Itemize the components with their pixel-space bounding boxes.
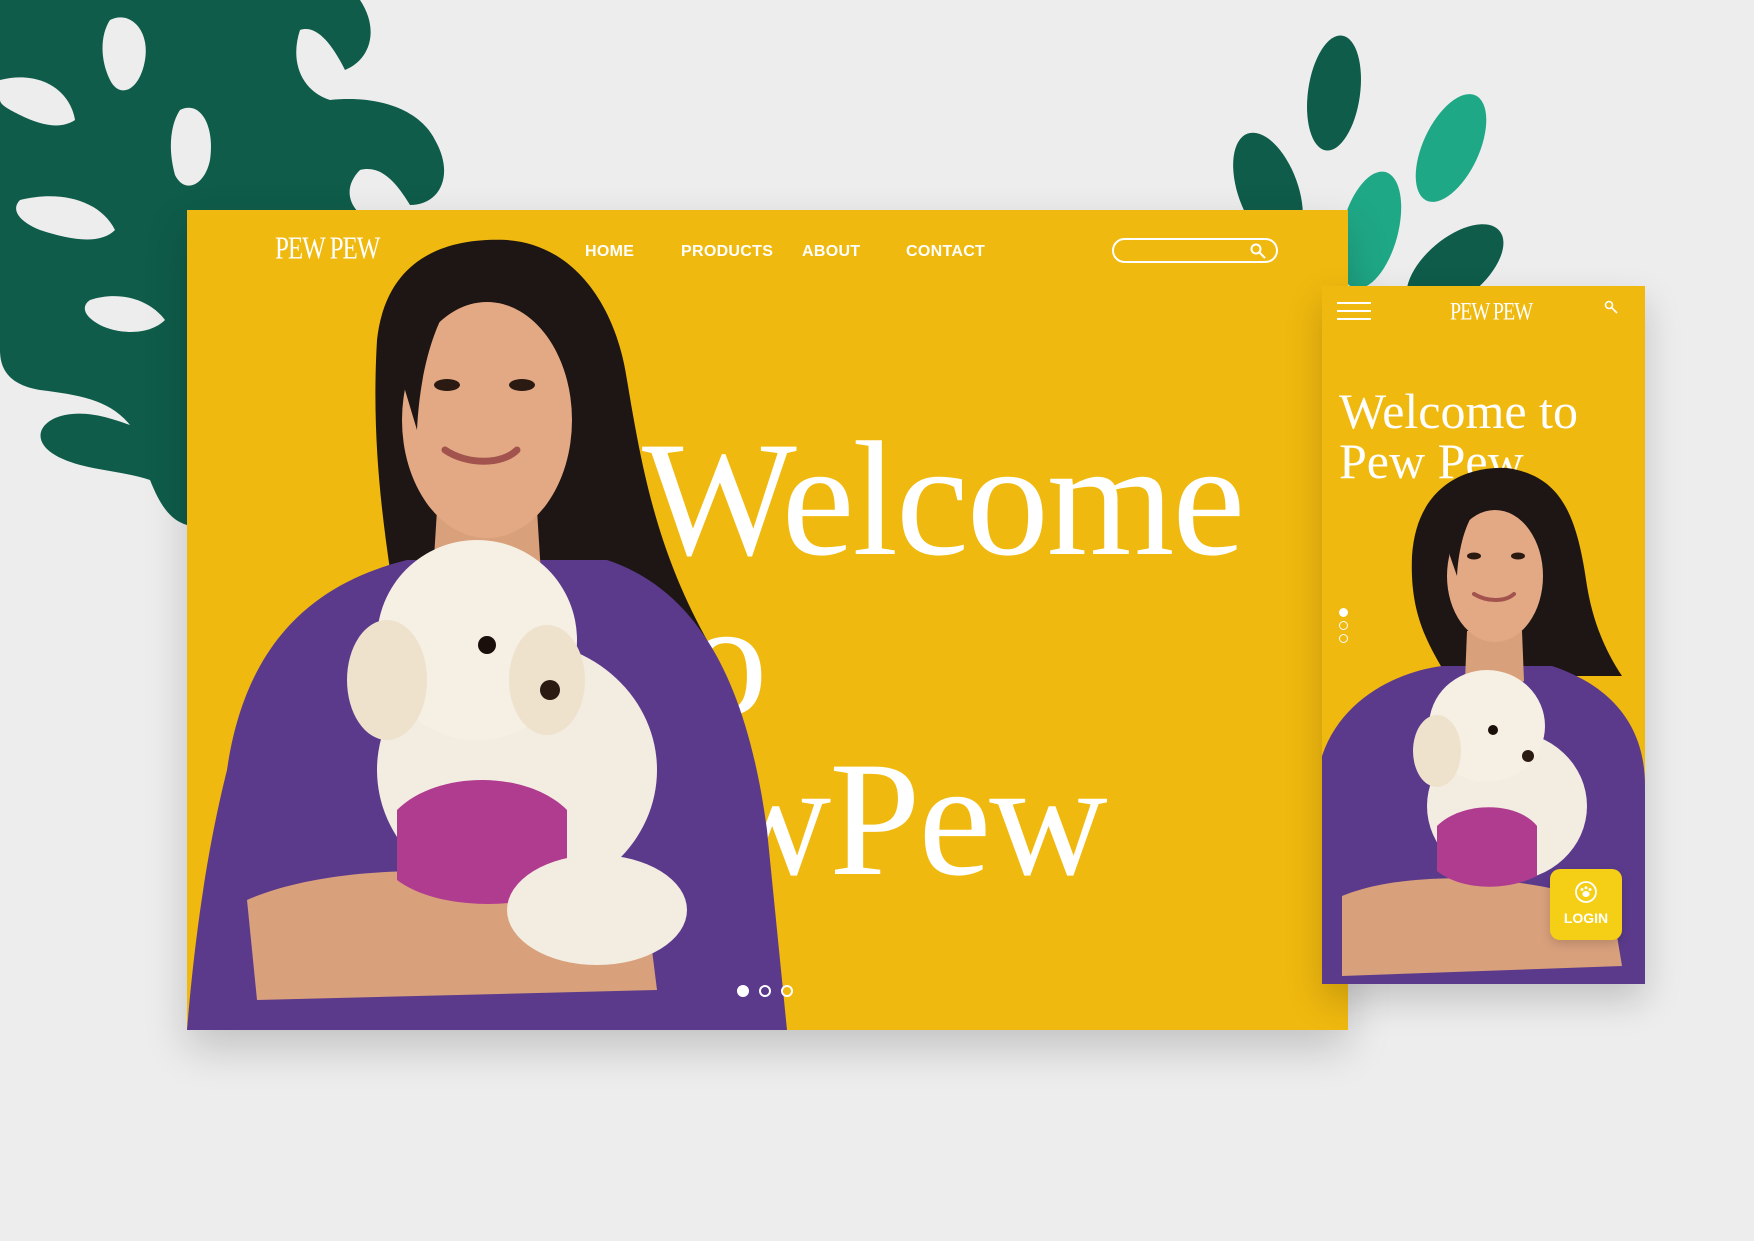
carousel-dot[interactable]	[1339, 608, 1348, 617]
leaf-shape	[1307, 35, 1361, 151]
login-button[interactable]: LOGIN	[1550, 869, 1622, 940]
nav-about[interactable]: ABOUT	[802, 243, 860, 261]
mobile-mockup: PEW PEW Welcome to Pew Pew LOGIN	[1322, 286, 1645, 984]
carousel-dot[interactable]	[1339, 634, 1348, 643]
search-box[interactable]	[1112, 238, 1278, 263]
search-icon[interactable]	[1250, 243, 1266, 264]
carousel-dot[interactable]	[781, 985, 793, 997]
nav-home[interactable]: HOME	[585, 243, 634, 261]
carousel-dot[interactable]	[1339, 621, 1348, 630]
login-label: LOGIN	[1563, 910, 1609, 926]
carousel-dot[interactable]	[737, 985, 749, 997]
hero-photo	[187, 239, 787, 1030]
leaf-shape	[1415, 94, 1487, 202]
search-input[interactable]	[1126, 242, 1250, 259]
nav-contact[interactable]: CONTACT	[906, 243, 985, 261]
paw-icon	[1575, 881, 1597, 908]
desktop-mockup: PEW PEW Welcome to ewPew HOME	[187, 210, 1348, 1030]
carousel-dot[interactable]	[759, 985, 771, 997]
nav-products[interactable]: PRODUCTS	[681, 243, 773, 261]
